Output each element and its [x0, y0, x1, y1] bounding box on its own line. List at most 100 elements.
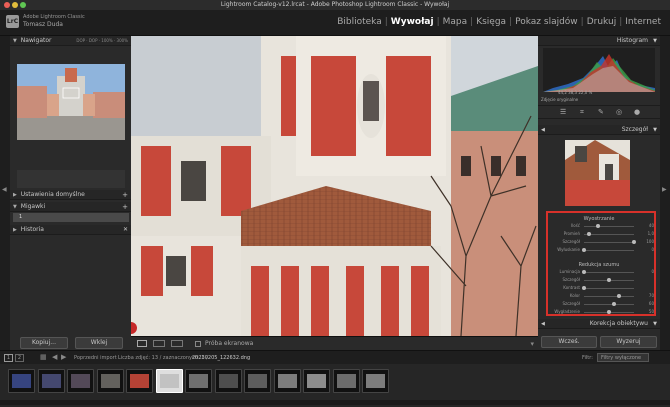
module-3[interactable]: Księga [473, 17, 509, 27]
noise-slider-row[interactable]: Szczegół 60 [548, 301, 654, 308]
slider-knob[interactable] [607, 278, 611, 282]
slider-track[interactable] [584, 242, 634, 243]
maximize-window-icon[interactable] [20, 2, 26, 8]
filmstrip-thumbnail[interactable] [332, 369, 360, 393]
filmstrip-thumbnail[interactable] [244, 369, 271, 393]
edit-sliders-icon[interactable]: ☰ [560, 108, 566, 116]
slider-track[interactable] [584, 288, 634, 289]
grid-view-icon[interactable]: ▦ [40, 353, 47, 361]
slider-value[interactable]: 60 [638, 301, 654, 306]
histogram-header[interactable]: Histogram ▼ [538, 36, 660, 46]
reset-button[interactable]: Wyzeruj [600, 336, 657, 348]
module-4[interactable]: Pokaz slajdów [512, 17, 581, 27]
slider-track[interactable] [584, 296, 634, 297]
module-2[interactable]: Mapa [440, 17, 471, 27]
add-preset-icon[interactable]: + [122, 190, 128, 200]
collapse-right-icon[interactable]: ▶ [662, 186, 667, 193]
paste-settings-button[interactable]: Wklej [75, 337, 123, 349]
forward-arrow-icon[interactable]: ▶ [61, 353, 66, 361]
module-5[interactable]: Drukuj [584, 17, 619, 27]
collapse-left-icon[interactable]: ◀ [2, 186, 7, 193]
sharpen-slider-row[interactable]: Ilość 40 [548, 223, 654, 230]
noise-slider-row[interactable]: Kontrast [548, 285, 654, 292]
filmstrip-thumbnail[interactable] [67, 369, 94, 393]
noise-slider-row[interactable]: Kolor 70 [548, 293, 654, 300]
filmstrip-thumbnail[interactable] [303, 369, 330, 393]
back-arrow-icon[interactable]: ◀ [52, 353, 57, 361]
toolbar-menu-icon[interactable]: ▾ [530, 340, 534, 348]
module-6[interactable]: Internet [622, 17, 664, 27]
slider-value[interactable]: 100 [638, 239, 654, 244]
filmstrip-thumbnail[interactable] [96, 369, 124, 393]
slider-knob[interactable] [595, 224, 600, 228]
filmstrip-thumbnail[interactable] [362, 369, 389, 393]
navigator-zoom-options[interactable]: DOP · DOP · 100% · 300% [76, 36, 128, 46]
copy-settings-button[interactable]: Kopiuj... [20, 337, 68, 349]
add-snapshot-icon[interactable]: + [122, 202, 128, 212]
slider-value[interactable]: 1,0 [638, 231, 654, 236]
slider-knob[interactable] [582, 286, 586, 290]
snapshots-header[interactable]: ▼ Migawki + [10, 202, 131, 212]
history-header[interactable]: ▶ Historia ✕ [10, 225, 131, 235]
lens-correction-header[interactable]: ◀ Korekcja obiektywu ▼ [538, 319, 660, 329]
slider-track[interactable] [584, 304, 634, 305]
crop-icon[interactable]: ⌗ [580, 108, 584, 117]
filmstrip-thumbnail[interactable] [185, 369, 212, 393]
filmstrip-thumbnail[interactable] [214, 369, 242, 393]
slider-knob[interactable] [612, 302, 616, 306]
slider-knob[interactable] [632, 240, 636, 244]
noise-slider-row[interactable]: Luminacja 0 [548, 269, 654, 276]
sharpen-slider-row[interactable]: Szczegół 100 [548, 239, 654, 246]
right-panel-edge[interactable]: ▶ [660, 36, 670, 350]
healing-brush-icon[interactable]: ✎ [598, 108, 604, 116]
slider-track[interactable] [584, 250, 634, 251]
slider-value[interactable]: 0 [638, 269, 654, 274]
page-2[interactable]: 2 [15, 354, 24, 362]
filter-dropdown[interactable]: Filtry wyłączone [597, 353, 649, 362]
sharpen-slider-row[interactable]: Wyłuskanie 0 [548, 247, 654, 254]
filmstrip-thumbnail[interactable] [8, 369, 35, 393]
page-1[interactable]: 1 [4, 354, 13, 362]
sharpen-slider-row[interactable]: Promień 1,0 [548, 231, 654, 238]
filmstrip-thumbnail[interactable] [273, 369, 301, 393]
before-after-view-icon[interactable] [153, 340, 165, 347]
slider-value[interactable]: 50 [638, 309, 654, 314]
clear-history-icon[interactable]: ✕ [123, 225, 128, 235]
detail-header[interactable]: ◀ Szczegół ▼ [538, 125, 660, 135]
slider-value[interactable]: 40 [638, 223, 654, 228]
redeye-icon[interactable]: ◎ [616, 108, 622, 116]
previous-button[interactable]: Wcześ. [541, 336, 597, 348]
noise-slider-row[interactable]: Szczegół [548, 277, 654, 284]
slider-knob[interactable] [582, 248, 586, 252]
slider-knob[interactable] [617, 294, 621, 298]
slider-value[interactable]: 70 [638, 293, 654, 298]
left-panel-edge[interactable]: ◀ [0, 36, 10, 350]
slider-knob[interactable] [607, 310, 611, 314]
close-window-icon[interactable] [4, 2, 10, 8]
presets-header[interactable]: ▶ Ustawienia domyślne + [10, 190, 131, 200]
softproof-checkbox[interactable] [195, 341, 201, 347]
navigator-preview[interactable] [17, 64, 125, 140]
slider-value[interactable]: 0 [638, 247, 654, 252]
loupe-view-icon[interactable] [137, 340, 147, 347]
slider-knob[interactable] [582, 270, 586, 274]
slider-knob[interactable] [587, 232, 591, 236]
slider-track[interactable] [584, 226, 634, 227]
minimize-window-icon[interactable] [12, 2, 18, 8]
histogram-graph[interactable] [543, 48, 655, 92]
detail-preview[interactable] [565, 140, 630, 206]
module-1[interactable]: Wywołaj [388, 17, 437, 27]
filmstrip-thumbnail[interactable] [126, 369, 153, 393]
snapshot-item[interactable]: 1 [13, 213, 129, 222]
filename-dropdown[interactable]: 20230205_122632.dng [192, 355, 250, 361]
slider-track[interactable] [584, 234, 634, 235]
photo-canvas[interactable] [131, 36, 538, 350]
noise-slider-row[interactable]: Wygładzenie 50 [548, 309, 654, 316]
filmstrip-thumbnail[interactable] [37, 369, 65, 393]
filmstrip-thumbnail[interactable] [155, 369, 183, 393]
navigator-header[interactable]: ▼ Nawigator DOP · DOP · 100% · 300% [10, 36, 131, 46]
source-label[interactable]: Poprzedni import [74, 355, 117, 361]
compare-view-icon[interactable] [171, 340, 183, 347]
filmstrip-scrollbar[interactable] [0, 400, 670, 405]
module-0[interactable]: Biblioteka [334, 17, 385, 27]
